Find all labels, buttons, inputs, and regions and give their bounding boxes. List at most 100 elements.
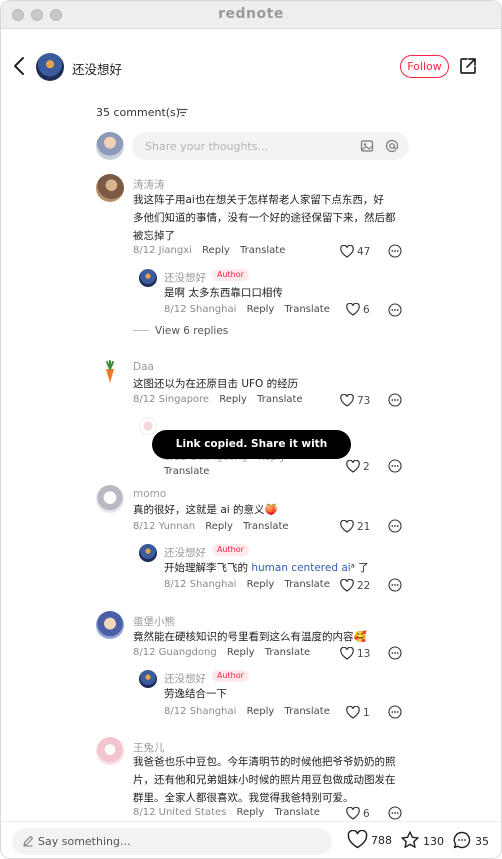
author-badge: Author <box>212 544 249 556</box>
comment-meta: 8/12 Shanghai Reply Translate <box>164 706 330 717</box>
commenter-avatar[interactable] <box>96 737 124 765</box>
reply-button[interactable]: Reply <box>247 579 275 590</box>
reply-button[interactable]: Reply <box>247 706 275 717</box>
translate-button[interactable]: Translate <box>164 466 209 477</box>
reply-button[interactable]: Reply <box>247 304 275 315</box>
translate-button[interactable]: Translate <box>284 304 329 315</box>
commenter-name[interactable]: 还没想好 <box>164 270 206 285</box>
comment-like-button[interactable]: 73 <box>340 393 370 407</box>
commenter-name[interactable]: 还没想好 <box>164 671 206 686</box>
author-badge: Author <box>212 670 249 682</box>
follow-button[interactable]: Follow <box>400 55 449 78</box>
commenter-avatar[interactable] <box>139 544 157 562</box>
comment-text-prefix: 开始理解李飞飞的 <box>164 562 252 574</box>
comment-meta: Translate <box>164 466 209 477</box>
author-name[interactable]: 还没想好 <box>72 59 122 78</box>
comment-like-button[interactable]: 6 <box>346 302 370 316</box>
comment-input[interactable]: Share your thoughts... <box>132 132 409 160</box>
comment-like-button[interactable]: 1 <box>346 705 370 719</box>
comment-like-button[interactable]: 6 <box>346 806 370 820</box>
app-window: rednote 还没想好 Follow 35 comment(s) Share … <box>0 0 502 859</box>
view-replies-button[interactable]: View 6 replies <box>133 325 228 337</box>
commenter-avatar[interactable] <box>139 417 157 435</box>
like-note-button[interactable]: 788 <box>347 829 392 849</box>
commenter-name[interactable]: momo <box>133 488 166 500</box>
comment-meta: 8/12 Guangdong Reply Translate <box>133 647 310 658</box>
heart-icon <box>347 829 368 849</box>
reply-button[interactable]: Reply <box>202 245 230 256</box>
comment-date-location: 8/12 United States <box>133 807 227 818</box>
comment-text: 是啊 太多东西靠口口相传 <box>164 287 283 299</box>
commenter-name[interactable]: Daa <box>133 361 154 373</box>
more-options-icon[interactable] <box>388 459 402 473</box>
translate-button[interactable]: Translate <box>284 579 329 590</box>
more-options-icon[interactable] <box>388 244 402 258</box>
comment-text: 劳逸结合一下 <box>164 688 227 700</box>
mention-icon[interactable] <box>385 139 399 153</box>
commenter-avatar[interactable] <box>96 611 124 639</box>
comment-like-count: 6 <box>363 808 370 820</box>
more-options-icon[interactable] <box>388 303 402 317</box>
image-icon[interactable] <box>360 139 374 153</box>
reply-button[interactable]: Reply <box>227 647 255 658</box>
commenter-avatar[interactable] <box>96 485 124 513</box>
more-options-icon[interactable] <box>388 519 402 533</box>
comment-input-placeholder: Share your thoughts... <box>145 140 268 153</box>
comment-count: 35 comment(s) <box>96 106 181 119</box>
comment-meta: 8/12 Shanghai Reply Translate <box>164 579 330 590</box>
comment-meta: 8/12 Singapore Reply Translate <box>133 394 303 405</box>
collect-note-button[interactable]: 130 <box>400 830 444 850</box>
more-options-icon[interactable] <box>388 806 402 820</box>
back-icon[interactable] <box>10 55 30 77</box>
my-avatar <box>96 132 124 160</box>
commenter-avatar[interactable] <box>96 174 124 202</box>
translate-button[interactable]: Translate <box>243 521 288 532</box>
commenter-avatar[interactable] <box>96 358 124 386</box>
commenter-avatar[interactable] <box>139 269 157 287</box>
comments-button[interactable]: 35 <box>452 830 489 850</box>
more-options-icon[interactable] <box>388 393 402 407</box>
comment-meta: 8/12 United States Reply Translate <box>133 807 320 818</box>
comment-text-suffix: ᵃ 了 <box>350 562 369 574</box>
comment-meta: 8/12 Jiangxi Reply Translate <box>133 245 285 256</box>
comment-like-button[interactable]: 22 <box>340 578 370 592</box>
comment-text: 被忘掉了 <box>133 230 175 242</box>
comment-like-button[interactable]: 2 <box>346 459 370 473</box>
translate-button[interactable]: Translate <box>284 706 329 717</box>
comment-like-button[interactable]: 21 <box>340 519 370 533</box>
commenter-name[interactable]: 还没想好 <box>164 545 206 560</box>
divider-line <box>133 330 149 331</box>
author-avatar[interactable] <box>36 53 64 81</box>
search-keyword-link[interactable]: human centered ai <box>251 562 350 574</box>
comment-like-button[interactable]: 13 <box>340 646 371 660</box>
heart-icon <box>340 519 354 533</box>
heart-icon <box>340 244 354 258</box>
comment-date-location: 8/12 Singapore <box>133 394 210 405</box>
commenter-name[interactable]: 涛涛涛 <box>133 177 165 192</box>
reply-button[interactable]: Reply <box>205 521 233 532</box>
comment-like-count: 13 <box>357 648 371 660</box>
bottom-action-bar: Say something... 788 130 35 <box>1 821 501 858</box>
link-copied-toast: Link copied. Share it with friends. <box>152 430 351 479</box>
commenter-avatar[interactable] <box>139 670 157 688</box>
comment-text: 我这阵子用ai也在想关于怎样帮老人家留下点东西，好 <box>133 194 384 206</box>
translate-button[interactable]: Translate <box>265 647 310 658</box>
translate-button[interactable]: Translate <box>274 807 319 818</box>
say-something-input[interactable]: Say something... <box>12 828 332 855</box>
more-options-icon[interactable] <box>388 578 402 592</box>
share-icon[interactable] <box>458 56 478 76</box>
comment-text: 开始理解李飞飞的 human centered aiᵃ 了 <box>164 559 369 577</box>
sort-icon[interactable] <box>178 108 188 117</box>
view-replies-label: View 6 replies <box>155 325 229 337</box>
translate-button[interactable]: Translate <box>257 394 302 405</box>
comment-text: 竟然能在硬核知识的号里看到这么有温度的内容🥰 <box>133 631 367 643</box>
reply-button[interactable]: Reply <box>237 807 265 818</box>
heart-icon <box>346 459 360 473</box>
more-options-icon[interactable] <box>388 705 402 719</box>
reply-button[interactable]: Reply <box>219 394 247 405</box>
comment-like-button[interactable]: 47 <box>340 244 370 258</box>
heart-icon <box>346 302 360 316</box>
more-options-icon[interactable] <box>388 646 402 660</box>
commenter-name[interactable]: 蛋堡小熊 <box>133 614 175 629</box>
translate-button[interactable]: Translate <box>240 245 285 256</box>
